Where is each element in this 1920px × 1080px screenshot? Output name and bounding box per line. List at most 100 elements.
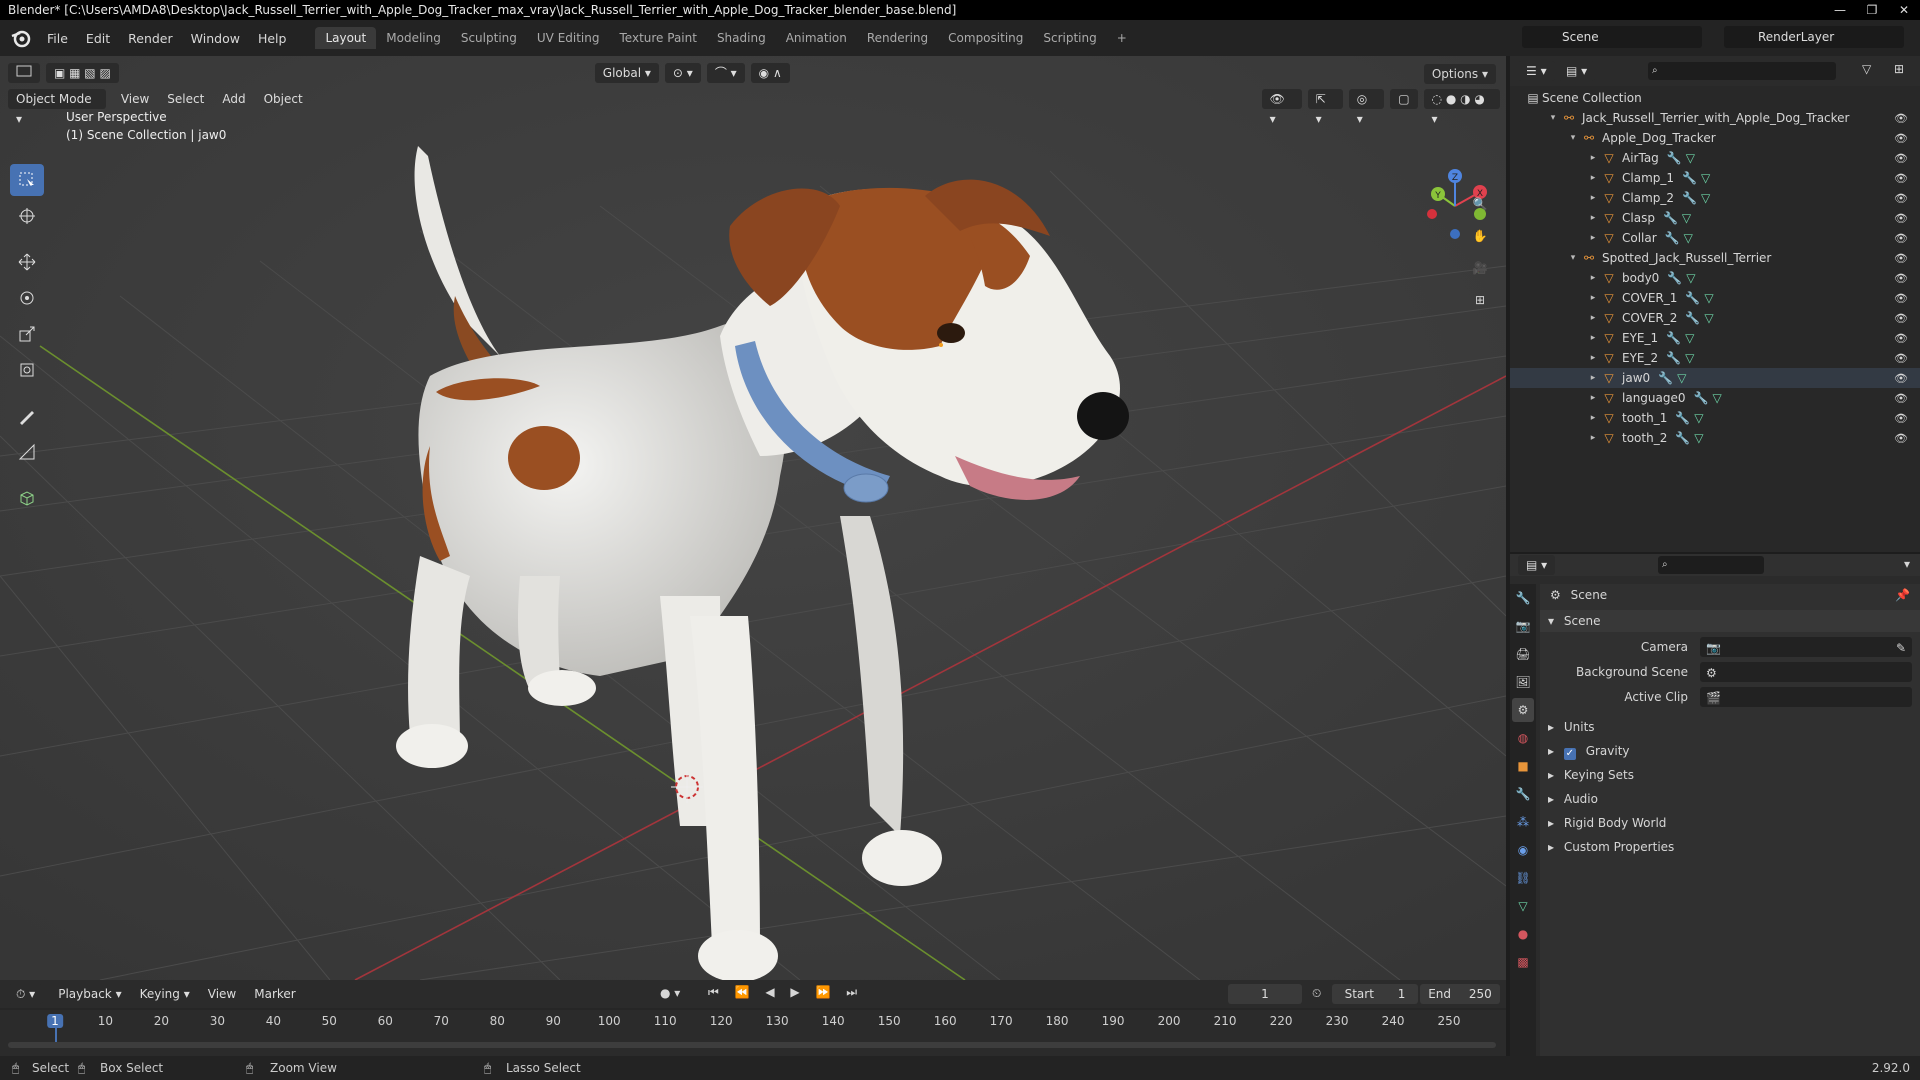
3d-viewport[interactable]: ▣ ▦ ▧ ▨ Global ▾ ⊙ ▾ ⌒ ▾ ◉ ∧ Options ▾ O… (0, 56, 1506, 980)
units-panel[interactable]: ▸ Units (1540, 716, 1920, 738)
expand-arrow-icon[interactable]: ▸ (1586, 193, 1600, 203)
timeline-scrollbar[interactable] (8, 1042, 1496, 1048)
expand-arrow-icon[interactable]: ▸ (1586, 293, 1600, 303)
tab-render[interactable]: 📷 (1512, 614, 1534, 638)
select-mode-buttons[interactable]: ▣ ▦ ▧ ▨ (46, 63, 119, 83)
mesh-data-icon[interactable]: ▽ (1694, 431, 1703, 445)
tab-object[interactable]: ■ (1512, 754, 1534, 778)
menu-window[interactable]: Window (182, 31, 249, 46)
outliner-item[interactable]: ▾ ⚯ Jack_Russell_Terrier_with_Apple_Dog_Tr… (1510, 108, 1920, 128)
outliner-item[interactable]: ▸ ▽ COVER_2 🔧 ▽ 👁 (1510, 308, 1920, 328)
scale-tool[interactable] (10, 318, 44, 350)
modifier-icon[interactable]: 🔧 (1658, 371, 1673, 385)
scene-selector[interactable]: Scene (1522, 26, 1702, 48)
mesh-data-icon[interactable]: ▽ (1694, 411, 1703, 425)
mesh-data-icon[interactable]: ▽ (1701, 171, 1710, 185)
properties-search-input[interactable]: ⌕ (1658, 556, 1764, 574)
tab-material[interactable]: ● (1512, 922, 1534, 946)
tab-uv-editing[interactable]: UV Editing (527, 27, 610, 49)
minimize-button[interactable]: — (1824, 0, 1856, 20)
tab-compositing[interactable]: Compositing (938, 27, 1033, 49)
custom-properties-panel[interactable]: ▸ Custom Properties (1540, 836, 1920, 858)
expand-arrow-icon[interactable]: ▾ (1566, 133, 1580, 143)
add-cube-tool[interactable] (10, 482, 44, 514)
gravity-checkbox[interactable]: ✓ (1563, 748, 1576, 760)
camera-field[interactable]: 📷 ✎ (1700, 637, 1912, 657)
mesh-data-icon[interactable]: ▽ (1686, 271, 1695, 285)
menu-select[interactable]: Select (158, 92, 213, 106)
tab-physics[interactable]: ◉ (1512, 838, 1534, 862)
outliner-item[interactable]: ▸ ▽ tooth_1 🔧 ▽ 👁 (1510, 408, 1920, 428)
background-scene-field[interactable]: ⚙ (1700, 662, 1912, 682)
current-frame-field[interactable]: 1 (1228, 984, 1302, 1004)
visibility-eye-icon[interactable]: 👁 (1894, 272, 1908, 285)
object-mode-dropdown[interactable]: Object Mode ▾ (8, 89, 106, 126)
modifier-icon[interactable]: 🔧 (1675, 411, 1690, 425)
overlay-toggle[interactable]: ◎ ▾ (1348, 89, 1385, 126)
timeline-editor-type-button[interactable]: ⏱ ▾ (8, 984, 44, 1004)
record-button[interactable]: ● ▾ (660, 986, 680, 1000)
visibility-eye-icon[interactable]: 👁 (1894, 392, 1908, 405)
rotate-tool[interactable] (10, 282, 44, 314)
collapse-icon[interactable]: ▾ (1904, 557, 1910, 571)
tab-rendering[interactable]: Rendering (857, 27, 938, 49)
visibility-eye-icon[interactable]: 👁 (1894, 172, 1908, 185)
tab-world[interactable]: ◍ (1512, 726, 1534, 750)
menu-object[interactable]: Object (255, 92, 312, 106)
shading-mode-buttons[interactable]: ◌ ● ◑ ◕ ▾ (1423, 89, 1501, 126)
rigid-body-world-panel[interactable]: ▸ Rigid Body World (1540, 812, 1920, 834)
proportional-edit-toggle[interactable]: ◉ ∧ (750, 63, 790, 83)
gizmo-toggle[interactable]: ⇱ ▾ (1307, 89, 1343, 126)
mesh-data-icon[interactable]: ▽ (1685, 351, 1694, 365)
visibility-eye-icon[interactable]: 👁 (1894, 112, 1908, 125)
modifier-icon[interactable]: 🔧 (1665, 231, 1680, 245)
modifier-icon[interactable]: 🔧 (1685, 311, 1700, 325)
mesh-data-icon[interactable]: ▽ (1704, 311, 1713, 325)
pan-view-button[interactable]: ✋ (1466, 222, 1494, 250)
playback-controls[interactable]: ⏮ ⏪ ◀ ▶ ⏩ ⏭ (708, 985, 863, 1000)
tab-view-layer[interactable]: 🖼 (1512, 670, 1534, 694)
tab-output[interactable]: 🖨 (1512, 642, 1534, 666)
visibility-eye-icon[interactable]: 👁 (1894, 372, 1908, 385)
outliner-item[interactable]: ▸ ▽ AirTag 🔧 ▽ 👁 (1510, 148, 1920, 168)
tab-texture[interactable]: ▩ (1512, 950, 1534, 974)
options-dropdown[interactable]: Options ▾ (1423, 64, 1496, 84)
menu-marker[interactable]: Marker (245, 987, 304, 1001)
snap-toggle[interactable]: ⌒ ▾ (706, 63, 745, 83)
editor-type-button[interactable] (8, 63, 40, 83)
clock-icon[interactable]: ⏲ (1312, 986, 1321, 1001)
tab-modifiers[interactable]: 🔧 (1512, 782, 1534, 806)
ortho-toggle-button[interactable]: ⊞ (1466, 286, 1494, 314)
outliner-item[interactable]: ▸ ▽ COVER_1 🔧 ▽ 👁 (1510, 288, 1920, 308)
camera-view-button[interactable]: 🎥 (1466, 254, 1494, 282)
menu-keying[interactable]: Keying ▾ (131, 987, 199, 1001)
tab-constraints[interactable]: ⛓ (1512, 866, 1534, 890)
modifier-icon[interactable]: 🔧 (1667, 271, 1682, 285)
outliner-item[interactable]: ▸ ▽ EYE_1 🔧 ▽ 👁 (1510, 328, 1920, 348)
zoom-view-button[interactable]: 🔍 (1466, 190, 1494, 218)
tab-animation[interactable]: Animation (776, 27, 857, 49)
visibility-eye-icon[interactable]: 👁 (1894, 212, 1908, 225)
mesh-data-icon[interactable]: ▽ (1712, 391, 1721, 405)
add-workspace-button[interactable]: + (1107, 27, 1137, 49)
maximize-button[interactable]: ❐ (1856, 0, 1888, 20)
keying-sets-panel[interactable]: ▸ Keying Sets (1540, 764, 1920, 786)
view-layer-selector[interactable]: RenderLayer (1724, 26, 1904, 48)
modifier-icon[interactable]: 🔧 (1694, 391, 1709, 405)
expand-arrow-icon[interactable]: ▸ (1586, 173, 1600, 183)
audio-panel[interactable]: ▸ Audio (1540, 788, 1920, 810)
mesh-data-icon[interactable]: ▽ (1686, 151, 1695, 165)
new-collection-icon[interactable]: ⊞ (1894, 62, 1904, 76)
mesh-data-icon[interactable]: ▽ (1685, 331, 1694, 345)
menu-add[interactable]: Add (213, 92, 254, 106)
expand-arrow-icon[interactable]: ▸ (1586, 413, 1600, 423)
playhead[interactable]: 1 (47, 1014, 63, 1028)
tab-tool[interactable]: 🔧 (1512, 586, 1534, 610)
expand-arrow-icon[interactable]: ▸ (1586, 333, 1600, 343)
outliner-item[interactable]: ▸ ▽ tooth_2 🔧 ▽ 👁 (1510, 428, 1920, 448)
end-frame-field[interactable]: End 250 (1420, 984, 1500, 1004)
visibility-eye-icon[interactable]: 👁 (1894, 252, 1908, 265)
expand-arrow-icon[interactable]: ▸ (1586, 273, 1600, 283)
cursor-tool[interactable] (10, 200, 44, 232)
blender-logo-icon[interactable] (10, 27, 32, 49)
